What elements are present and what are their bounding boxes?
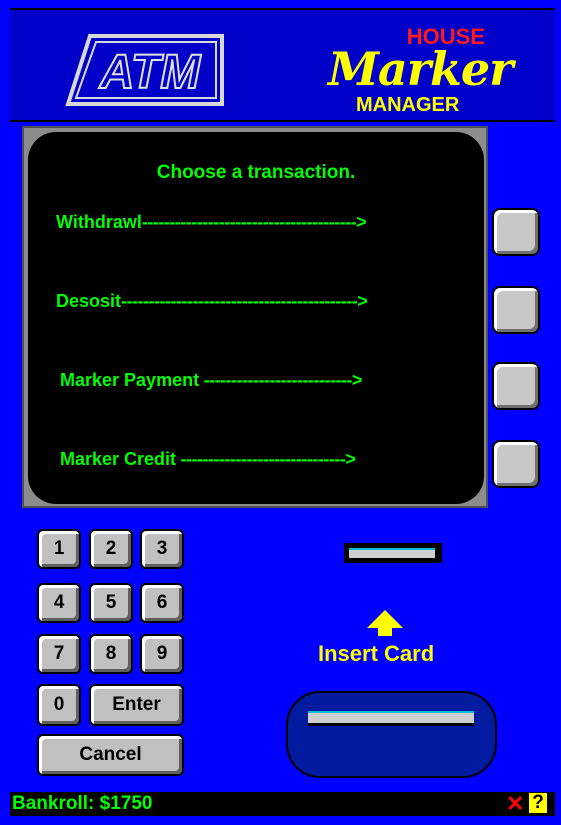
arrow-up-stem bbox=[378, 626, 392, 636]
option-label: Marker Credit bbox=[60, 449, 177, 469]
key-5[interactable]: 5 bbox=[89, 583, 133, 623]
screen-prompt: Choose a transaction. bbox=[156, 162, 356, 183]
header: ATM HOUSE Marker MANAGER bbox=[10, 8, 555, 122]
insert-card-label: Insert Card bbox=[318, 641, 435, 666]
bankroll-display: Bankroll: $1750 bbox=[12, 793, 153, 814]
key-1[interactable]: 1 bbox=[37, 529, 81, 569]
option-marker-payment: Marker Payment -------------------------… bbox=[60, 370, 362, 391]
withdrawl-select-button[interactable] bbox=[492, 208, 540, 256]
key-8[interactable]: 8 bbox=[89, 634, 133, 674]
option-label: Withdrawl bbox=[56, 212, 142, 232]
atm-screen: Choose a transaction. Withdrawl---------… bbox=[28, 132, 484, 504]
option-label: Desosit bbox=[56, 291, 122, 311]
option-label: Marker Payment bbox=[60, 370, 200, 390]
status-bar: Bankroll: $1750 ✕ ? bbox=[0, 792, 561, 825]
marker-payment-select-button[interactable] bbox=[492, 362, 540, 410]
help-icon[interactable]: ? bbox=[529, 793, 547, 813]
key-4[interactable]: 4 bbox=[37, 583, 81, 623]
key-3[interactable]: 3 bbox=[140, 529, 184, 569]
receipt-slot-opening bbox=[349, 548, 435, 558]
enter-button[interactable]: Enter bbox=[89, 684, 184, 726]
key-2[interactable]: 2 bbox=[89, 529, 133, 569]
receipt-slot bbox=[344, 543, 442, 563]
option-leader: ---------------------------> bbox=[199, 370, 363, 390]
card-slot[interactable] bbox=[286, 691, 497, 778]
key-7[interactable]: 7 bbox=[37, 634, 81, 674]
card-slot-opening bbox=[308, 711, 474, 726]
deposit-select-button[interactable] bbox=[492, 286, 540, 334]
option-marker-credit: Marker Credit --------------------------… bbox=[60, 449, 356, 470]
key-6[interactable]: 6 bbox=[140, 583, 184, 623]
house-marker-brand: HOUSE Marker MANAGER bbox=[328, 24, 513, 119]
atm-window: ATM HOUSE Marker MANAGER Choose a transa… bbox=[0, 0, 561, 825]
brand-manager: MANAGER bbox=[356, 94, 460, 116]
cancel-button[interactable]: Cancel bbox=[37, 734, 184, 776]
option-deposit: Desosit---------------------------------… bbox=[56, 291, 368, 312]
atm-logo-text: ATM bbox=[99, 46, 201, 99]
close-icon[interactable]: ✕ bbox=[506, 793, 524, 815]
atm-logo: ATM bbox=[65, 34, 224, 106]
option-leader: ------------------------------> bbox=[176, 449, 356, 469]
brand-marker: Marker bbox=[328, 42, 513, 96]
key-9[interactable]: 9 bbox=[140, 634, 184, 674]
marker-credit-select-button[interactable] bbox=[492, 440, 540, 488]
option-leader: ---------------------------------------> bbox=[141, 212, 367, 232]
option-leader: ----------------------------------------… bbox=[121, 291, 368, 311]
option-withdrawl: Withdrawl-------------------------------… bbox=[56, 212, 367, 233]
key-0[interactable]: 0 bbox=[37, 684, 81, 726]
